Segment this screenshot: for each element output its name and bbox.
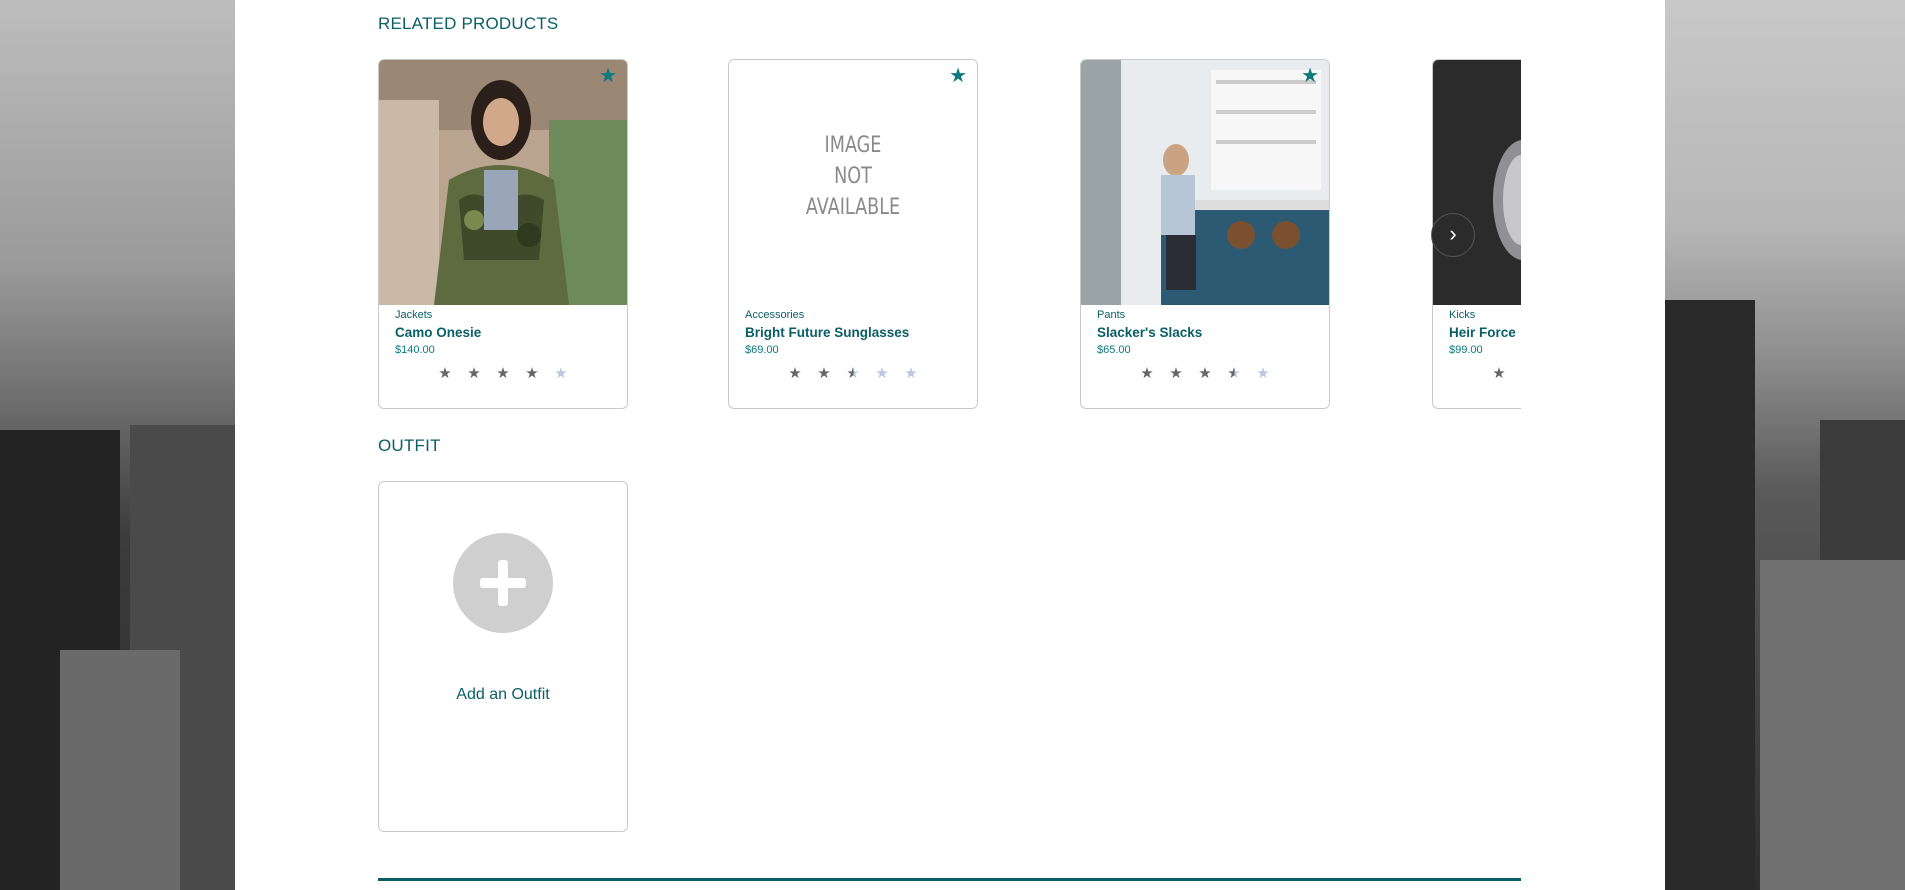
star-icon: ★ bbox=[438, 365, 452, 382]
favorite-star-icon[interactable]: ★ bbox=[599, 66, 617, 86]
product-photo-slacks bbox=[1081, 60, 1329, 305]
product-image[interactable] bbox=[1081, 60, 1329, 305]
star-icon: ★ bbox=[496, 365, 510, 382]
plus-icon[interactable] bbox=[453, 533, 553, 633]
product-category: Kicks bbox=[1449, 309, 1476, 321]
product-photo-kicks bbox=[1433, 60, 1521, 305]
product-price: $99.00 bbox=[1449, 344, 1483, 356]
product-category: Pants bbox=[1097, 309, 1126, 321]
star-icon: ★ bbox=[1256, 365, 1270, 382]
product-category: Jackets bbox=[395, 309, 433, 321]
star-icon: ★ bbox=[1520, 364, 1522, 382]
background-building bbox=[1665, 300, 1755, 890]
favorite-star-icon[interactable]: ★ bbox=[949, 66, 967, 86]
product-price: $69.00 bbox=[745, 344, 779, 356]
star-icon: ★ bbox=[788, 365, 802, 382]
background-building bbox=[1760, 560, 1905, 890]
placeholder-text: IMAGE bbox=[824, 133, 882, 158]
star-icon: ★ bbox=[846, 365, 860, 382]
chevron-right-icon: › bbox=[1449, 221, 1457, 246]
background-building bbox=[60, 650, 180, 890]
star-icon: ★ bbox=[1169, 365, 1183, 382]
star-icon: ★ bbox=[525, 365, 539, 382]
star-icon: ★ bbox=[875, 365, 889, 382]
star-icon: ★ bbox=[817, 365, 831, 382]
product-name[interactable]: Slacker's Slacks bbox=[1097, 325, 1202, 340]
product-category: Accessories bbox=[745, 309, 805, 321]
star-rating: ★★★★★ bbox=[1433, 364, 1521, 382]
section-divider bbox=[378, 878, 1521, 881]
product-card[interactable]: ★ Pants Slacker's Slacks $65.00 ★ ★ ★ ★ ★ bbox=[1080, 59, 1330, 409]
product-price: $65.00 bbox=[1097, 344, 1131, 356]
product-name[interactable]: Camo Onesie bbox=[395, 325, 481, 340]
favorite-star-icon[interactable]: ★ bbox=[1301, 66, 1319, 86]
product-name[interactable]: Bright Future Sunglasses bbox=[745, 325, 909, 340]
product-image[interactable] bbox=[1433, 60, 1521, 305]
related-products-carousel: ★ Jackets Camo Onesie $140.00 ★ ★ ★ ★ ★ IMAG… bbox=[378, 59, 1521, 411]
product-image[interactable]: IMAGE NOT AVAILABLE bbox=[729, 60, 977, 305]
product-price: $140.00 bbox=[395, 344, 435, 356]
carousel-next-button[interactable]: › bbox=[1431, 213, 1475, 257]
outfit-title: OUTFIT bbox=[378, 436, 441, 455]
product-name[interactable]: Heir Force bbox=[1449, 325, 1516, 340]
star-icon: ★ bbox=[1492, 365, 1506, 382]
related-products-title: RELATED PRODUCTS bbox=[378, 14, 559, 33]
star-icon: ★ bbox=[467, 365, 481, 382]
product-photo-camo bbox=[379, 60, 627, 305]
placeholder-text: AVAILABLE bbox=[805, 195, 901, 220]
product-image[interactable] bbox=[379, 60, 627, 305]
product-card[interactable]: ★ Jackets Camo Onesie $140.00 ★ ★ ★ ★ ★ bbox=[378, 59, 628, 409]
star-rating: ★ ★ ★ ★ ★ bbox=[729, 364, 977, 382]
star-icon: ★ bbox=[1227, 365, 1241, 382]
placeholder-text: NOT bbox=[834, 164, 872, 189]
add-outfit-label[interactable]: Add an Outfit bbox=[379, 686, 627, 704]
star-icon: ★ bbox=[1198, 365, 1212, 382]
product-card[interactable]: IMAGE NOT AVAILABLE ★ Accessories Bright… bbox=[728, 59, 978, 409]
image-not-available-placeholder: IMAGE NOT AVAILABLE bbox=[754, 130, 952, 223]
plus-icon-bar bbox=[498, 560, 508, 606]
add-outfit-card[interactable]: Add an Outfit bbox=[378, 481, 628, 832]
star-rating: ★ ★ ★ ★ ★ bbox=[1081, 364, 1329, 382]
star-icon: ★ bbox=[1140, 365, 1154, 382]
star-rating: ★ ★ ★ ★ ★ bbox=[379, 364, 627, 382]
star-icon: ★ bbox=[554, 365, 568, 382]
main-content: RELATED PRODUCTS ★ Jackets Camo Onesie $… bbox=[235, 0, 1665, 890]
star-icon: ★ bbox=[904, 365, 918, 382]
